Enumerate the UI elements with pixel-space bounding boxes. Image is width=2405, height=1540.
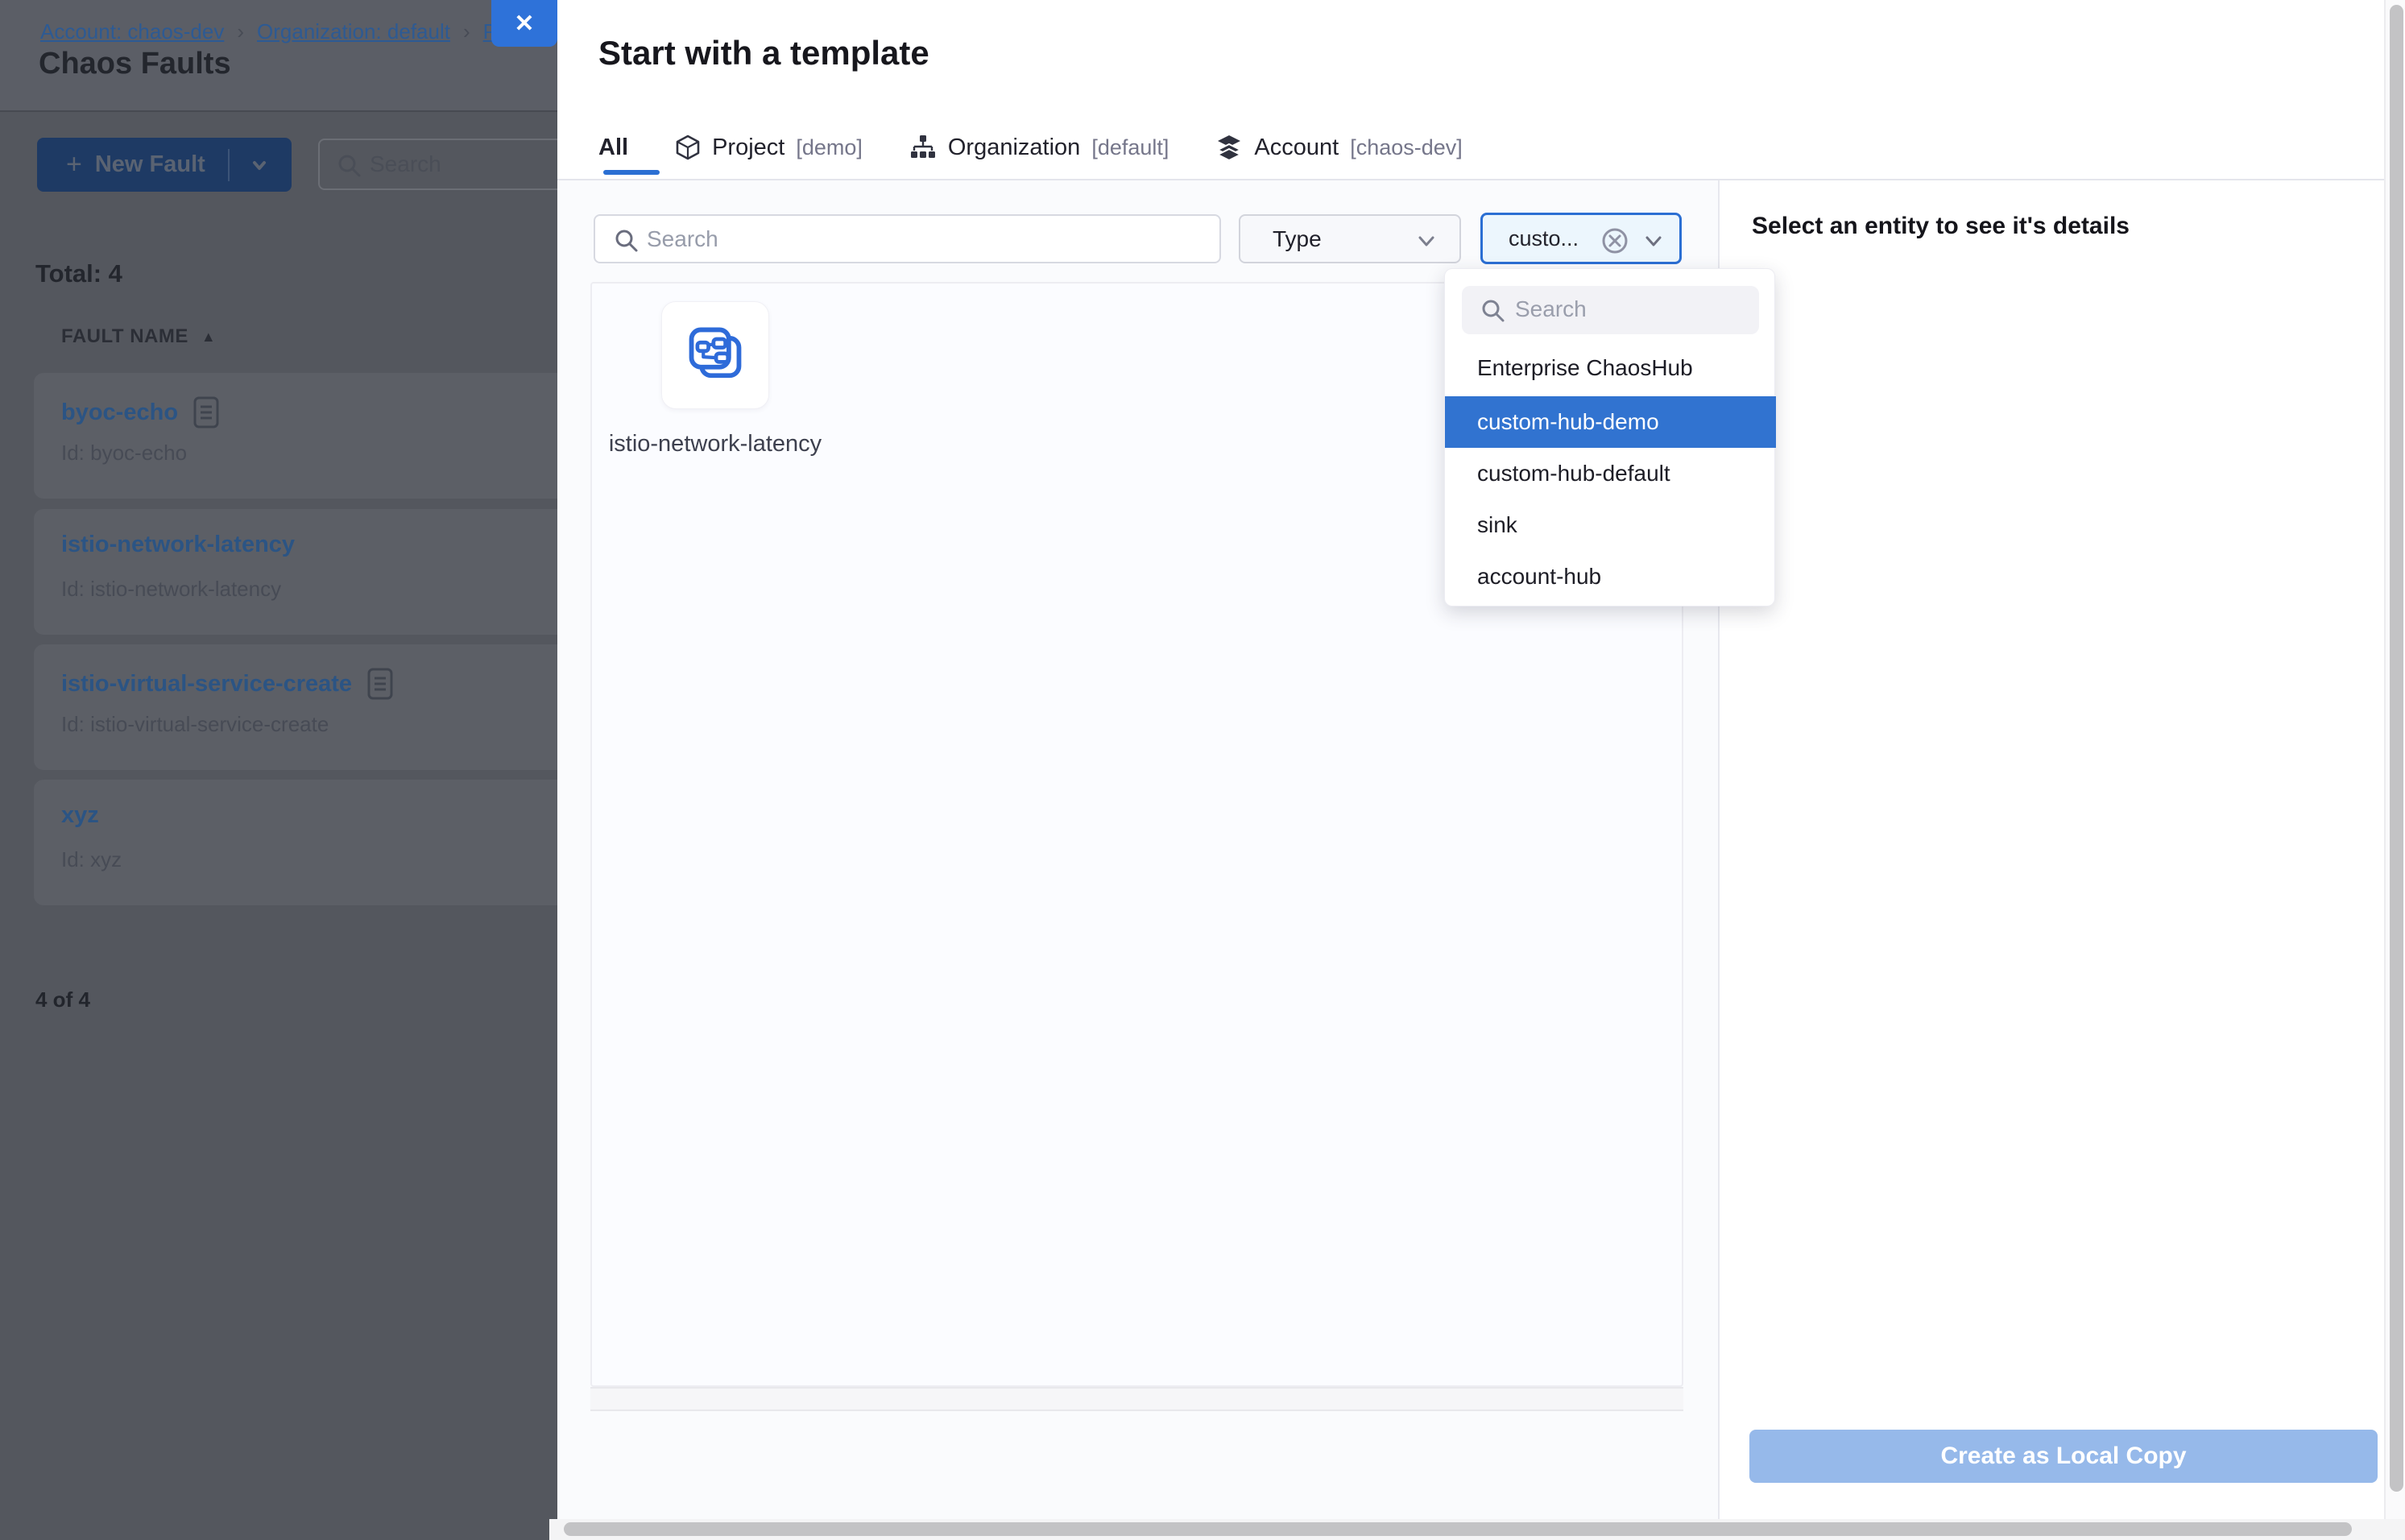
fault-link[interactable]: xyz — [61, 802, 99, 829]
tab-project[interactable]: Project [demo] — [675, 134, 863, 161]
layers-icon — [1215, 134, 1243, 161]
template-card-istio-network-latency[interactable]: istio-network-latency — [606, 301, 825, 461]
page-title: Chaos Faults — [39, 47, 231, 81]
chevron-down-icon — [1642, 233, 1665, 250]
chaos-scenario-icon — [683, 323, 747, 387]
vertical-scrollbar-track[interactable] — [2384, 0, 2405, 1519]
org-chart-icon — [909, 134, 937, 161]
fault-id: Id: istio-network-latency — [61, 577, 281, 602]
horizontal-scrollbar-track[interactable] — [549, 1519, 2405, 1540]
template-browser: Type custo... — [557, 180, 1718, 1519]
tab-all[interactable]: All — [598, 135, 628, 161]
hub-dropdown-menu: Enterprise ChaosHub custom-hub-demo cust… — [1444, 268, 1775, 606]
template-tile[interactable] — [661, 301, 769, 409]
sort-ascending-icon[interactable]: ▲ — [201, 329, 216, 346]
tab-account-label: Account — [1254, 135, 1339, 161]
hub-menu-search-input[interactable] — [1515, 286, 1749, 333]
template-search-field[interactable] — [594, 214, 1221, 263]
fault-id: Id: istio-virtual-service-create — [61, 712, 329, 737]
clear-filter-icon[interactable] — [1600, 226, 1629, 255]
fault-card[interactable]: istio-virtual-service-create Id: istio-v… — [34, 644, 582, 770]
document-icon[interactable] — [192, 395, 220, 429]
start-with-template-modal: Start with a template All Project [demo]… — [557, 0, 2384, 1519]
modal-title: Start with a template — [598, 34, 929, 72]
fault-name-column-header[interactable]: FAULT NAME ▲ — [61, 325, 216, 348]
type-filter-label: Type — [1273, 226, 1322, 252]
search-icon — [613, 227, 640, 255]
column-header-label: FAULT NAME — [61, 325, 188, 348]
search-icon — [336, 152, 363, 180]
tab-all-label: All — [598, 135, 628, 161]
total-count-label: Total: 4 — [35, 259, 122, 288]
hub-menu-search-field[interactable] — [1462, 286, 1759, 334]
cube-icon — [675, 134, 701, 161]
hub-option-label: custom-hub-demo — [1477, 409, 1659, 435]
tab-account[interactable]: Account [chaos-dev] — [1215, 134, 1462, 161]
vertical-scrollbar-thumb[interactable] — [2390, 5, 2403, 1492]
hub-option-label: sink — [1477, 512, 1517, 538]
create-as-local-copy-button[interactable]: Create as Local Copy — [1749, 1430, 2378, 1483]
template-search-input[interactable] — [647, 216, 1211, 262]
fault-link[interactable]: byoc-echo — [61, 399, 178, 426]
hub-filter-dropdown[interactable]: custo... — [1480, 213, 1682, 264]
hub-option-account-hub[interactable]: account-hub — [1445, 551, 1776, 602]
fault-link[interactable]: istio-network-latency — [61, 532, 295, 558]
hub-option-label: account-hub — [1477, 564, 1601, 590]
horizontal-scrollbar-thumb[interactable] — [564, 1522, 2352, 1536]
button-divider — [228, 149, 230, 181]
details-empty-text: Select an entity to see it's details — [1752, 213, 2130, 240]
details-panel: Select an entity to see it's details Cre… — [1720, 180, 2384, 1519]
breadcrumb-separator: › — [237, 19, 244, 44]
active-tab-underline — [603, 170, 660, 175]
breadcrumb-account-link[interactable]: Account: chaos-dev — [40, 19, 224, 44]
pagination-label: 4 of 4 — [35, 987, 90, 1012]
tab-project-scope: [demo] — [796, 135, 863, 160]
fault-card[interactable]: byoc-echo Id: byoc-echo — [34, 373, 582, 499]
fault-link[interactable]: istio-virtual-service-create — [61, 671, 352, 698]
tab-account-scope: [chaos-dev] — [1350, 135, 1463, 160]
fault-id: Id: byoc-echo — [61, 441, 187, 466]
search-icon — [1480, 297, 1507, 325]
hub-filter-value: custo... — [1509, 226, 1579, 251]
new-fault-label: New Fault — [95, 151, 205, 178]
screen: Account: chaos-dev › Organization: defau… — [0, 0, 2405, 1540]
scope-tabs: All Project [demo] Organization [default… — [598, 122, 1463, 172]
fault-id: Id: xyz — [61, 847, 122, 872]
close-icon[interactable]: ✕ — [491, 0, 557, 47]
type-filter-dropdown[interactable]: Type — [1239, 214, 1461, 263]
new-fault-button[interactable]: + New Fault — [37, 138, 292, 192]
plus-icon: + — [66, 149, 82, 180]
document-icon[interactable] — [366, 667, 394, 701]
fault-card[interactable]: xyz Id: xyz — [34, 780, 582, 905]
hub-option-label: custom-hub-default — [1477, 461, 1670, 486]
hub-option-sink[interactable]: sink — [1445, 499, 1776, 551]
breadcrumb-separator: › — [463, 19, 470, 44]
hub-option-custom-hub-demo[interactable]: custom-hub-demo — [1445, 396, 1776, 448]
tab-organization-label: Organization — [948, 135, 1080, 161]
breadcrumb: Account: chaos-dev › Organization: defau… — [40, 19, 497, 44]
tab-organization-scope: [default] — [1091, 135, 1169, 160]
hub-option-custom-hub-default[interactable]: custom-hub-default — [1445, 448, 1776, 499]
tab-project-label: Project — [712, 135, 784, 161]
template-grid-footer — [590, 1387, 1683, 1411]
template-name: istio-network-latency — [606, 427, 825, 461]
hub-option-label: Enterprise ChaosHub — [1477, 355, 1693, 381]
tab-organization[interactable]: Organization [default] — [909, 134, 1169, 161]
fault-card[interactable]: istio-network-latency Id: istio-network-… — [34, 509, 582, 635]
hub-option-enterprise-chaoshub[interactable]: Enterprise ChaosHub — [1445, 342, 1776, 394]
chevron-down-icon[interactable] — [247, 153, 271, 177]
breadcrumb-organization-link[interactable]: Organization: default — [257, 19, 450, 44]
chevron-down-icon — [1414, 232, 1438, 251]
